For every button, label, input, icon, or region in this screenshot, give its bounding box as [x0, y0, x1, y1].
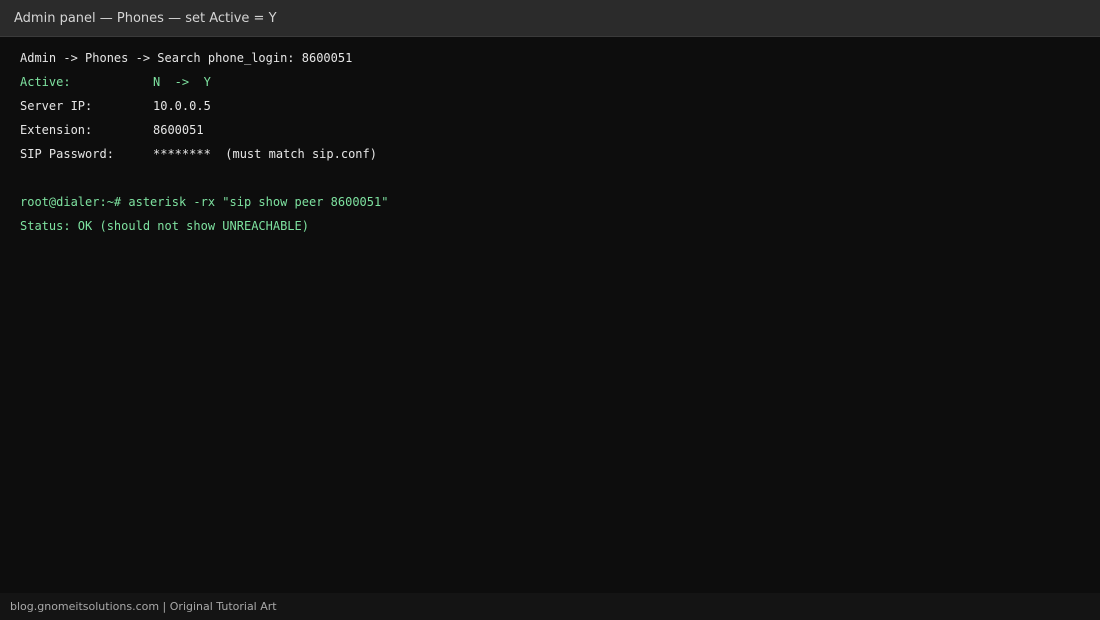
footer-credit: blog.gnomeitsolutions.com | Original Tut… [10, 600, 277, 613]
field-label-server-ip: Server IP: [20, 99, 93, 113]
breadcrumb: Admin -> Phones -> Search phone_login: 8… [20, 51, 353, 65]
shell-command: root@dialer:~# asterisk -rx "sip show pe… [20, 195, 389, 209]
footer-bar: blog.gnomeitsolutions.com | Original Tut… [0, 593, 1100, 620]
field-row-sip-password: SIP Password: ******** (must match sip.c… [20, 146, 1080, 170]
command-line: root@dialer:~# asterisk -rx "sip show pe… [20, 194, 1080, 218]
window-title: Admin panel — Phones — set Active = Y [14, 11, 277, 26]
field-row-server-ip: Server IP: 10.0.0.5 [20, 98, 1080, 122]
terminal-window: Admin panel — Phones — set Active = Y Ad… [0, 0, 1100, 620]
title-bar[interactable]: Admin panel — Phones — set Active = Y [0, 0, 1100, 37]
terminal-output[interactable]: Admin -> Phones -> Search phone_login: 8… [20, 50, 1080, 242]
breadcrumb-line: Admin -> Phones -> Search phone_login: 8… [20, 50, 1080, 74]
field-label-active: Active: [20, 75, 71, 89]
status-output: Status: OK (should not show UNREACHABLE) [20, 219, 309, 233]
field-value-sip-password: ******** (must match sip.conf) [153, 147, 377, 161]
field-label-extension: Extension: [20, 123, 93, 137]
field-label-sip-password: SIP Password: [20, 147, 114, 161]
field-value-server-ip: 10.0.0.5 [153, 99, 211, 113]
status-line: Status: OK (should not show UNREACHABLE) [20, 218, 1080, 242]
field-row-active: Active: N -> Y [20, 74, 1080, 98]
field-value-active: N -> Y [153, 75, 211, 89]
field-row-extension: Extension: 8600051 [20, 122, 1080, 146]
field-value-extension: 8600051 [153, 123, 204, 137]
